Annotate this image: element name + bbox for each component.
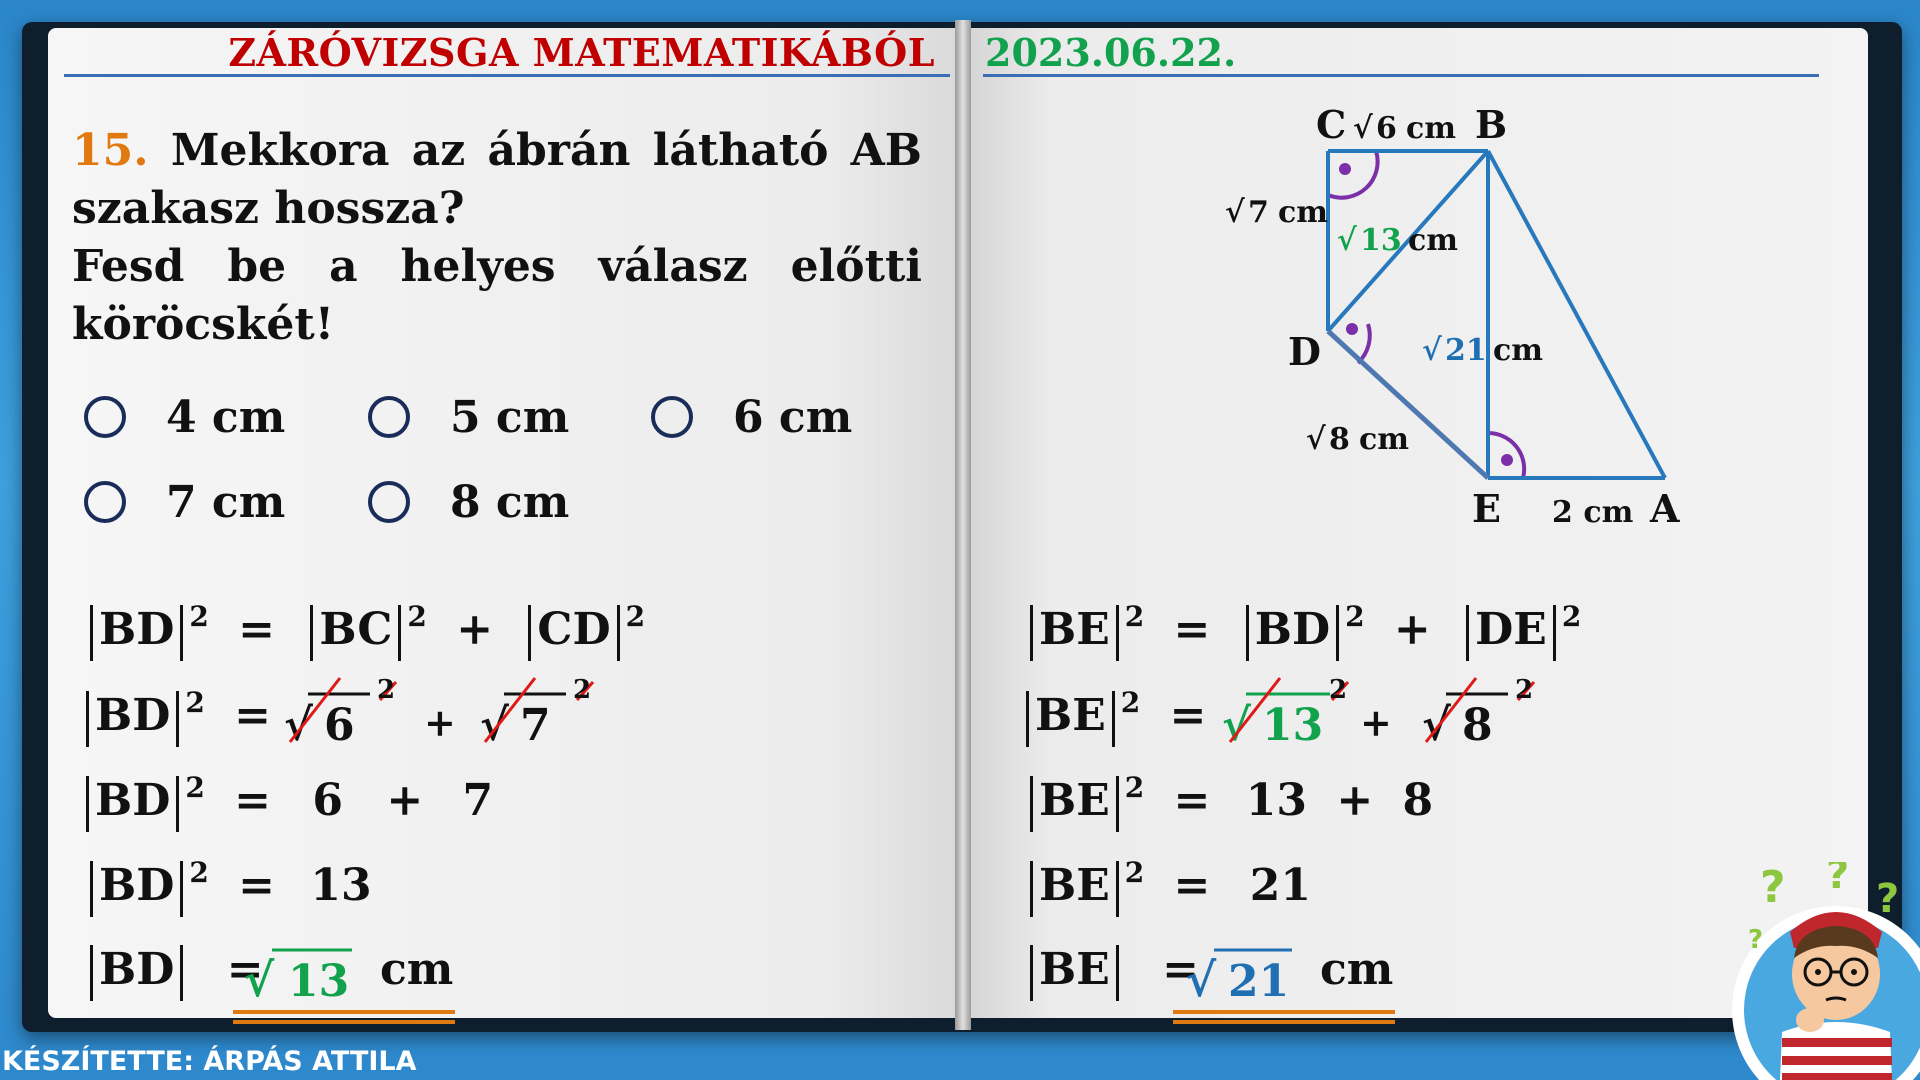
svg-text:√: √ bbox=[1225, 195, 1245, 230]
label-b: B bbox=[1475, 102, 1507, 147]
svg-text:√: √ bbox=[1306, 422, 1326, 457]
svg-text:?: ? bbox=[1876, 876, 1899, 922]
svg-text:2: 2 bbox=[573, 675, 591, 705]
radio-circle[interactable] bbox=[651, 396, 693, 438]
question-line-2: Fesd be a helyes válasz előtti köröcskét… bbox=[72, 241, 922, 350]
label-ea: 2 cm bbox=[1552, 495, 1634, 530]
label-bc-value: 6 bbox=[1376, 111, 1397, 146]
root-6: 6 bbox=[324, 700, 355, 751]
option-label: 4 cm bbox=[166, 391, 286, 443]
option-4cm[interactable]: 4 cm bbox=[84, 391, 286, 443]
option-label: 6 cm bbox=[733, 391, 853, 443]
svg-text:+: + bbox=[1360, 700, 1392, 745]
option-label: 7 cm bbox=[166, 476, 286, 528]
label-c: C bbox=[1316, 102, 1346, 147]
label-cd-unit: cm bbox=[1278, 195, 1328, 230]
label-cd-value: 7 bbox=[1248, 195, 1269, 230]
right-result-value: 21 bbox=[1228, 956, 1289, 1007]
right-eq-1: BE 2 = BD 2 + DE 2 bbox=[1024, 600, 1581, 664]
label-be-value: 21 bbox=[1445, 333, 1487, 368]
svg-text:+: + bbox=[424, 700, 456, 745]
option-7cm[interactable]: 7 cm bbox=[84, 476, 286, 528]
label-de-value: 8 bbox=[1329, 422, 1350, 457]
left-eq-4: BD 2 = 13 bbox=[84, 856, 372, 920]
author-credit: KÉSZÍTETTE: ÁRPÁS ATTILA bbox=[2, 1046, 417, 1077]
svg-text:√: √ bbox=[1422, 700, 1451, 751]
question-line-1: Mekkora az ábrán látható AB szakasz hoss… bbox=[72, 125, 922, 234]
right-result-root: √ 21 bbox=[1186, 948, 1292, 1007]
svg-text:√: √ bbox=[1222, 700, 1251, 751]
svg-text:√: √ bbox=[1422, 333, 1442, 368]
option-label: 8 cm bbox=[450, 476, 570, 528]
right-result-unit: cm bbox=[1320, 944, 1394, 995]
option-6cm[interactable]: 6 cm bbox=[651, 391, 853, 443]
option-5cm[interactable]: 5 cm bbox=[368, 391, 570, 443]
svg-text:?: ? bbox=[1760, 862, 1786, 913]
svg-text:√: √ bbox=[1353, 111, 1373, 146]
right-eq-2: BE 2 = bbox=[1020, 686, 1220, 750]
svg-text:?: ? bbox=[1826, 862, 1849, 898]
root-8: 8 bbox=[1462, 700, 1493, 751]
left-result-value: 13 bbox=[288, 956, 349, 1007]
root-7: 7 bbox=[520, 700, 551, 751]
right-eq-3: BE 2 = 13 + 8 bbox=[1024, 771, 1433, 835]
label-a: A bbox=[1649, 486, 1680, 531]
segment-ba bbox=[1486, 150, 1667, 479]
left-eq-2: BD 2 = bbox=[80, 686, 285, 750]
label-bd-unit: cm bbox=[1408, 223, 1458, 258]
right-result-underline bbox=[1173, 1010, 1395, 1024]
label-bd-value: 13 bbox=[1360, 223, 1402, 258]
left-result-root: √ 13 bbox=[244, 948, 352, 1007]
right-eq-4: BE 2 = 21 bbox=[1024, 856, 1311, 920]
radio-circle[interactable] bbox=[368, 481, 410, 523]
svg-text:√: √ bbox=[1337, 223, 1357, 258]
geometry-figure: C B D E A √ 6 cm √ 7 cm √ 13 cm √ 21 cm … bbox=[1225, 102, 1680, 531]
right-angle-dot-e bbox=[1501, 454, 1513, 466]
radio-circle[interactable] bbox=[368, 396, 410, 438]
svg-text:2: 2 bbox=[1515, 675, 1533, 705]
label-be-unit: cm bbox=[1493, 333, 1543, 368]
svg-text:√: √ bbox=[1186, 953, 1217, 1007]
book-spine bbox=[955, 20, 971, 1030]
right-eq-5: BE = bbox=[1024, 944, 1213, 1004]
radio-circle[interactable] bbox=[84, 481, 126, 523]
thinking-character-icon: ? ? ? ? bbox=[1732, 862, 1920, 1080]
question-text: 15. Mekkora az ábrán látható AB szakasz … bbox=[72, 122, 922, 354]
svg-text:?: ? bbox=[1748, 925, 1763, 955]
option-8cm[interactable]: 8 cm bbox=[368, 476, 570, 528]
right-angle-dot-c bbox=[1339, 163, 1351, 175]
radio-circle[interactable] bbox=[84, 396, 126, 438]
option-label: 5 cm bbox=[450, 391, 570, 443]
svg-text:2: 2 bbox=[1329, 675, 1347, 705]
left-eq-2-roots: √ 6 + √ 7 2 2 bbox=[284, 675, 595, 751]
label-d: D bbox=[1288, 329, 1321, 374]
right-angle-dot-d bbox=[1346, 323, 1358, 335]
label-bc-unit: cm bbox=[1406, 111, 1456, 146]
left-eq-1: BD 2 = BC 2 + CD 2 bbox=[84, 600, 645, 664]
svg-text:√: √ bbox=[284, 700, 313, 751]
right-eq-2-roots: √ 13 + √ 8 2 2 bbox=[1222, 675, 1536, 751]
question-number: 15. bbox=[72, 125, 149, 176]
svg-text:√: √ bbox=[480, 700, 509, 751]
label-e: E bbox=[1472, 486, 1501, 531]
exam-date: 2023.06.22. bbox=[985, 30, 1237, 75]
svg-text:√: √ bbox=[244, 953, 275, 1007]
left-result-underline bbox=[233, 1010, 455, 1024]
left-eq-3: BD 2 = 6 + 7 bbox=[80, 771, 493, 835]
svg-text:2: 2 bbox=[377, 675, 395, 705]
left-result-unit: cm bbox=[380, 944, 454, 995]
exam-title: ZÁRÓVIZSGA MATEMATIKÁBÓL bbox=[228, 30, 935, 75]
label-de-unit: cm bbox=[1359, 422, 1409, 457]
root-13: 13 bbox=[1262, 700, 1323, 751]
